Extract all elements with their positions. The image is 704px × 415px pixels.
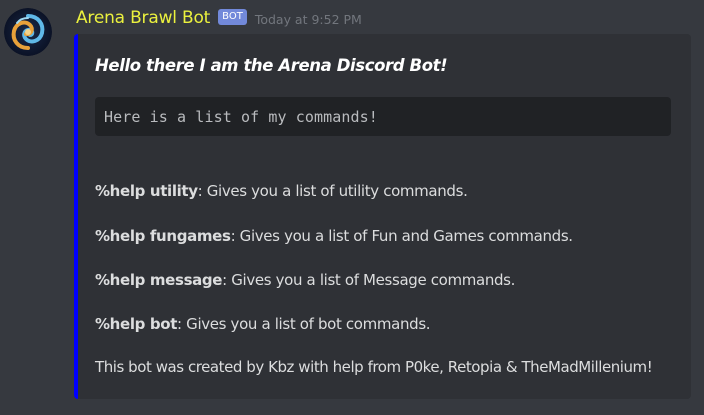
command-description: : Gives you a list of utility commands.: [197, 182, 468, 200]
command-line-message: %help message: Gives you a list of Messa…: [95, 271, 515, 289]
author-name[interactable]: Arena Brawl Bot: [76, 8, 210, 28]
embed-title: Hello there I am the Arena Discord Bot!: [95, 56, 448, 75]
bot-badge: BOT: [218, 9, 247, 25]
command-name: %help fungames: [95, 227, 231, 245]
swirl-avatar-icon: [4, 8, 52, 56]
chat-message: Arena Brawl Bot BOT Today at 9:52 PM Hel…: [0, 0, 704, 415]
command-description: : Gives you a list of Message commands.: [222, 271, 516, 289]
message-header: Arena Brawl Bot BOT Today at 9:52 PM: [76, 6, 362, 30]
bot-avatar[interactable]: [4, 8, 52, 56]
command-line-bot: %help bot: Gives you a list of bot comma…: [95, 315, 431, 333]
message-timestamp: Today at 9:52 PM: [254, 11, 362, 27]
embed-credits: This bot was created by Kbz with help fr…: [95, 358, 653, 376]
command-line-utility: %help utility: Gives you a list of utili…: [95, 182, 468, 200]
code-block-text: Here is a list of my commands!: [104, 107, 378, 126]
message-embed: Hello there I am the Arena Discord Bot! …: [74, 34, 691, 399]
command-name: %help message: [95, 271, 223, 289]
command-description: : Gives you a list of Fun and Games comm…: [230, 227, 573, 245]
command-line-fungames: %help fungames: Gives you a list of Fun …: [95, 227, 573, 245]
command-name: %help bot: [95, 315, 178, 333]
command-description: : Gives you a list of bot commands.: [177, 315, 431, 333]
command-name: %help utility: [95, 182, 198, 200]
code-block: Here is a list of my commands!: [95, 97, 671, 136]
